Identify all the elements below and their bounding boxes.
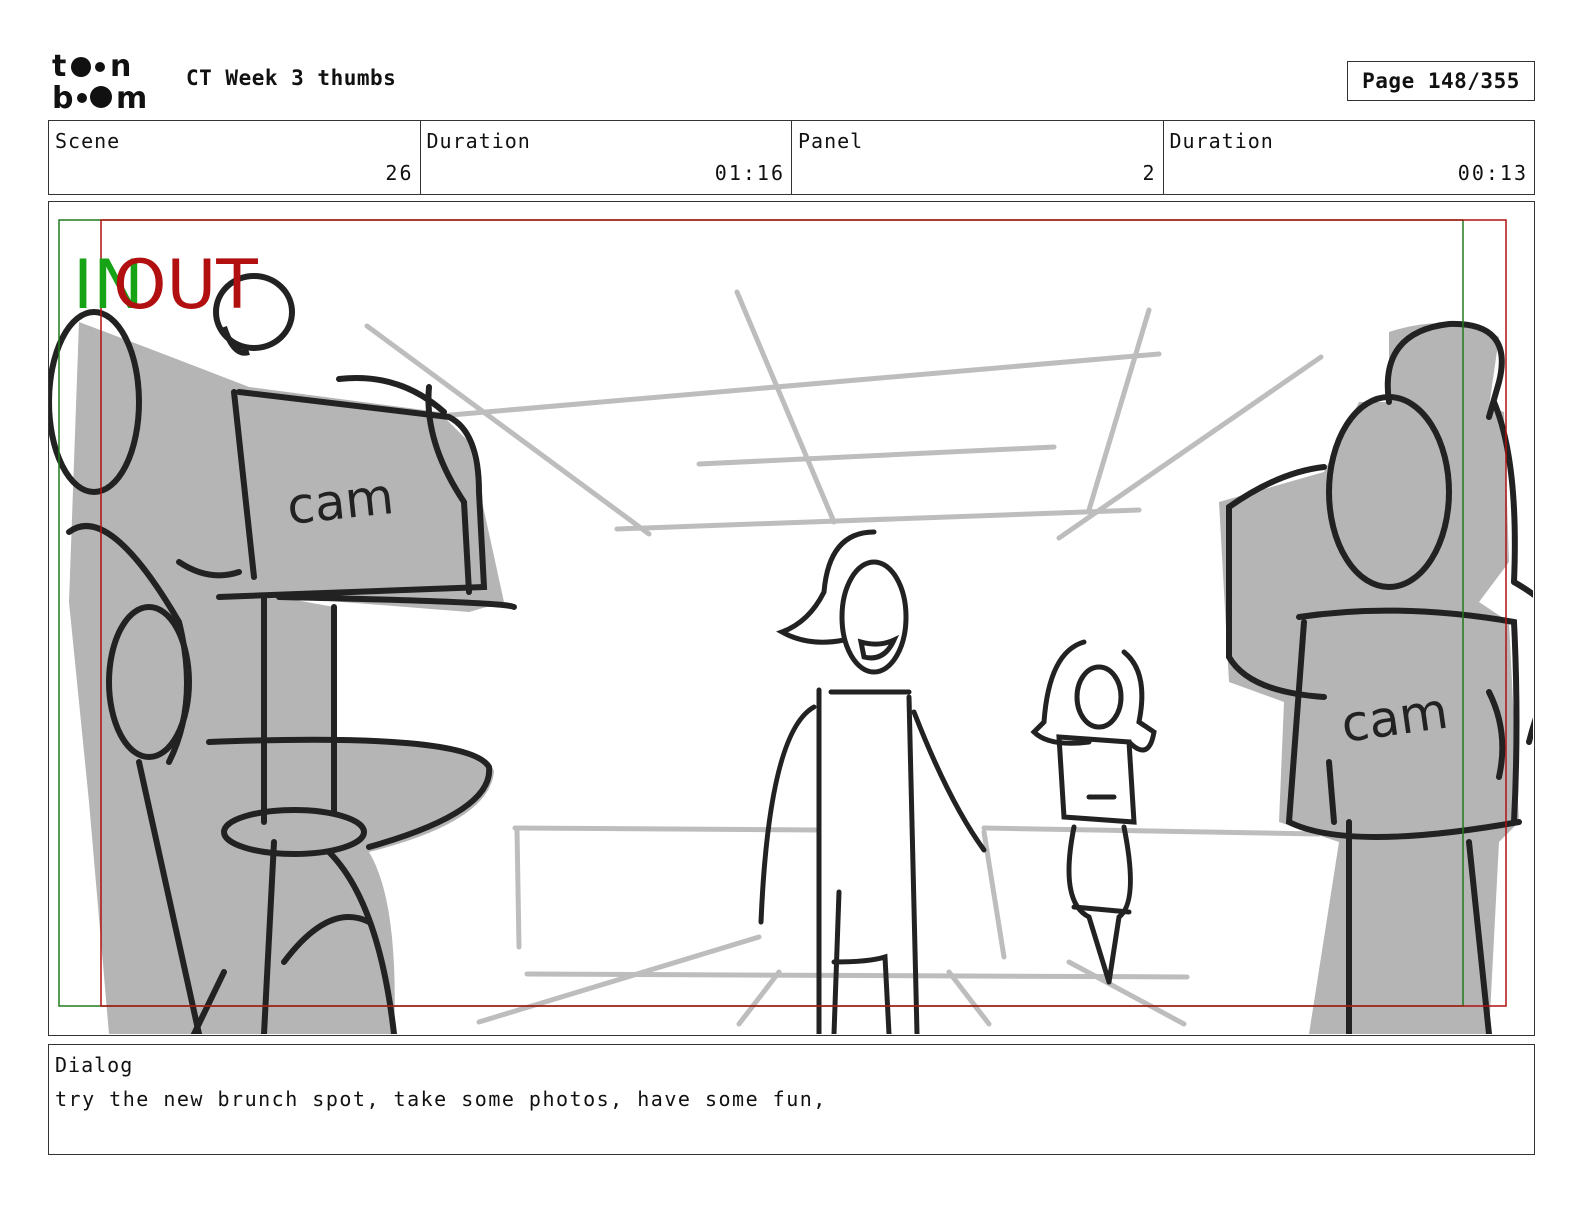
- panel-duration-value: 00:13: [1457, 161, 1528, 185]
- panel-label: Panel: [798, 129, 864, 153]
- panel-value: 2: [1142, 161, 1157, 185]
- scene-duration-value: 01:16: [714, 161, 785, 185]
- scene-value: 26: [385, 161, 414, 185]
- page-indicator: Page 148/355: [1347, 61, 1535, 101]
- info-row: Scene 26 Duration 01:16 Panel 2 Duration…: [48, 120, 1535, 195]
- svg-text:b: b: [52, 81, 73, 112]
- dialog-text: try the new brunch spot, take some photo…: [55, 1087, 827, 1111]
- child-figure: [1030, 639, 1157, 985]
- left-camera: cam: [49, 309, 517, 1034]
- panel-duration-label: Duration: [1169, 129, 1274, 153]
- panel-cell: Panel 2: [792, 121, 1164, 194]
- panel-sketch: cam cam IN OUT: [49, 219, 1533, 1034]
- woman-figure: [758, 529, 987, 1034]
- panel-duration-cell: Duration 00:13: [1164, 121, 1535, 194]
- scene-label: Scene: [55, 129, 121, 153]
- toonboom-logo: t n b m: [52, 50, 147, 112]
- document-title: CT Week 3 thumbs: [186, 66, 397, 90]
- scene-cell: Scene 26: [49, 121, 421, 194]
- left-camera-label: cam: [284, 467, 396, 536]
- dialog-box: Dialog try the new brunch spot, take som…: [48, 1044, 1535, 1155]
- svg-text:t: t: [52, 50, 66, 84]
- out-marker: OUT: [113, 246, 258, 325]
- storyboard-panel: cam cam IN OUT: [48, 201, 1535, 1036]
- background-guides: [364, 289, 1324, 1027]
- scene-duration-label: Duration: [426, 129, 531, 153]
- scene-duration-cell: Duration 01:16: [421, 121, 792, 194]
- svg-text:m: m: [116, 81, 147, 112]
- right-camera: cam: [1219, 320, 1533, 1034]
- svg-text:n: n: [110, 50, 131, 84]
- dialog-label: Dialog: [55, 1053, 134, 1077]
